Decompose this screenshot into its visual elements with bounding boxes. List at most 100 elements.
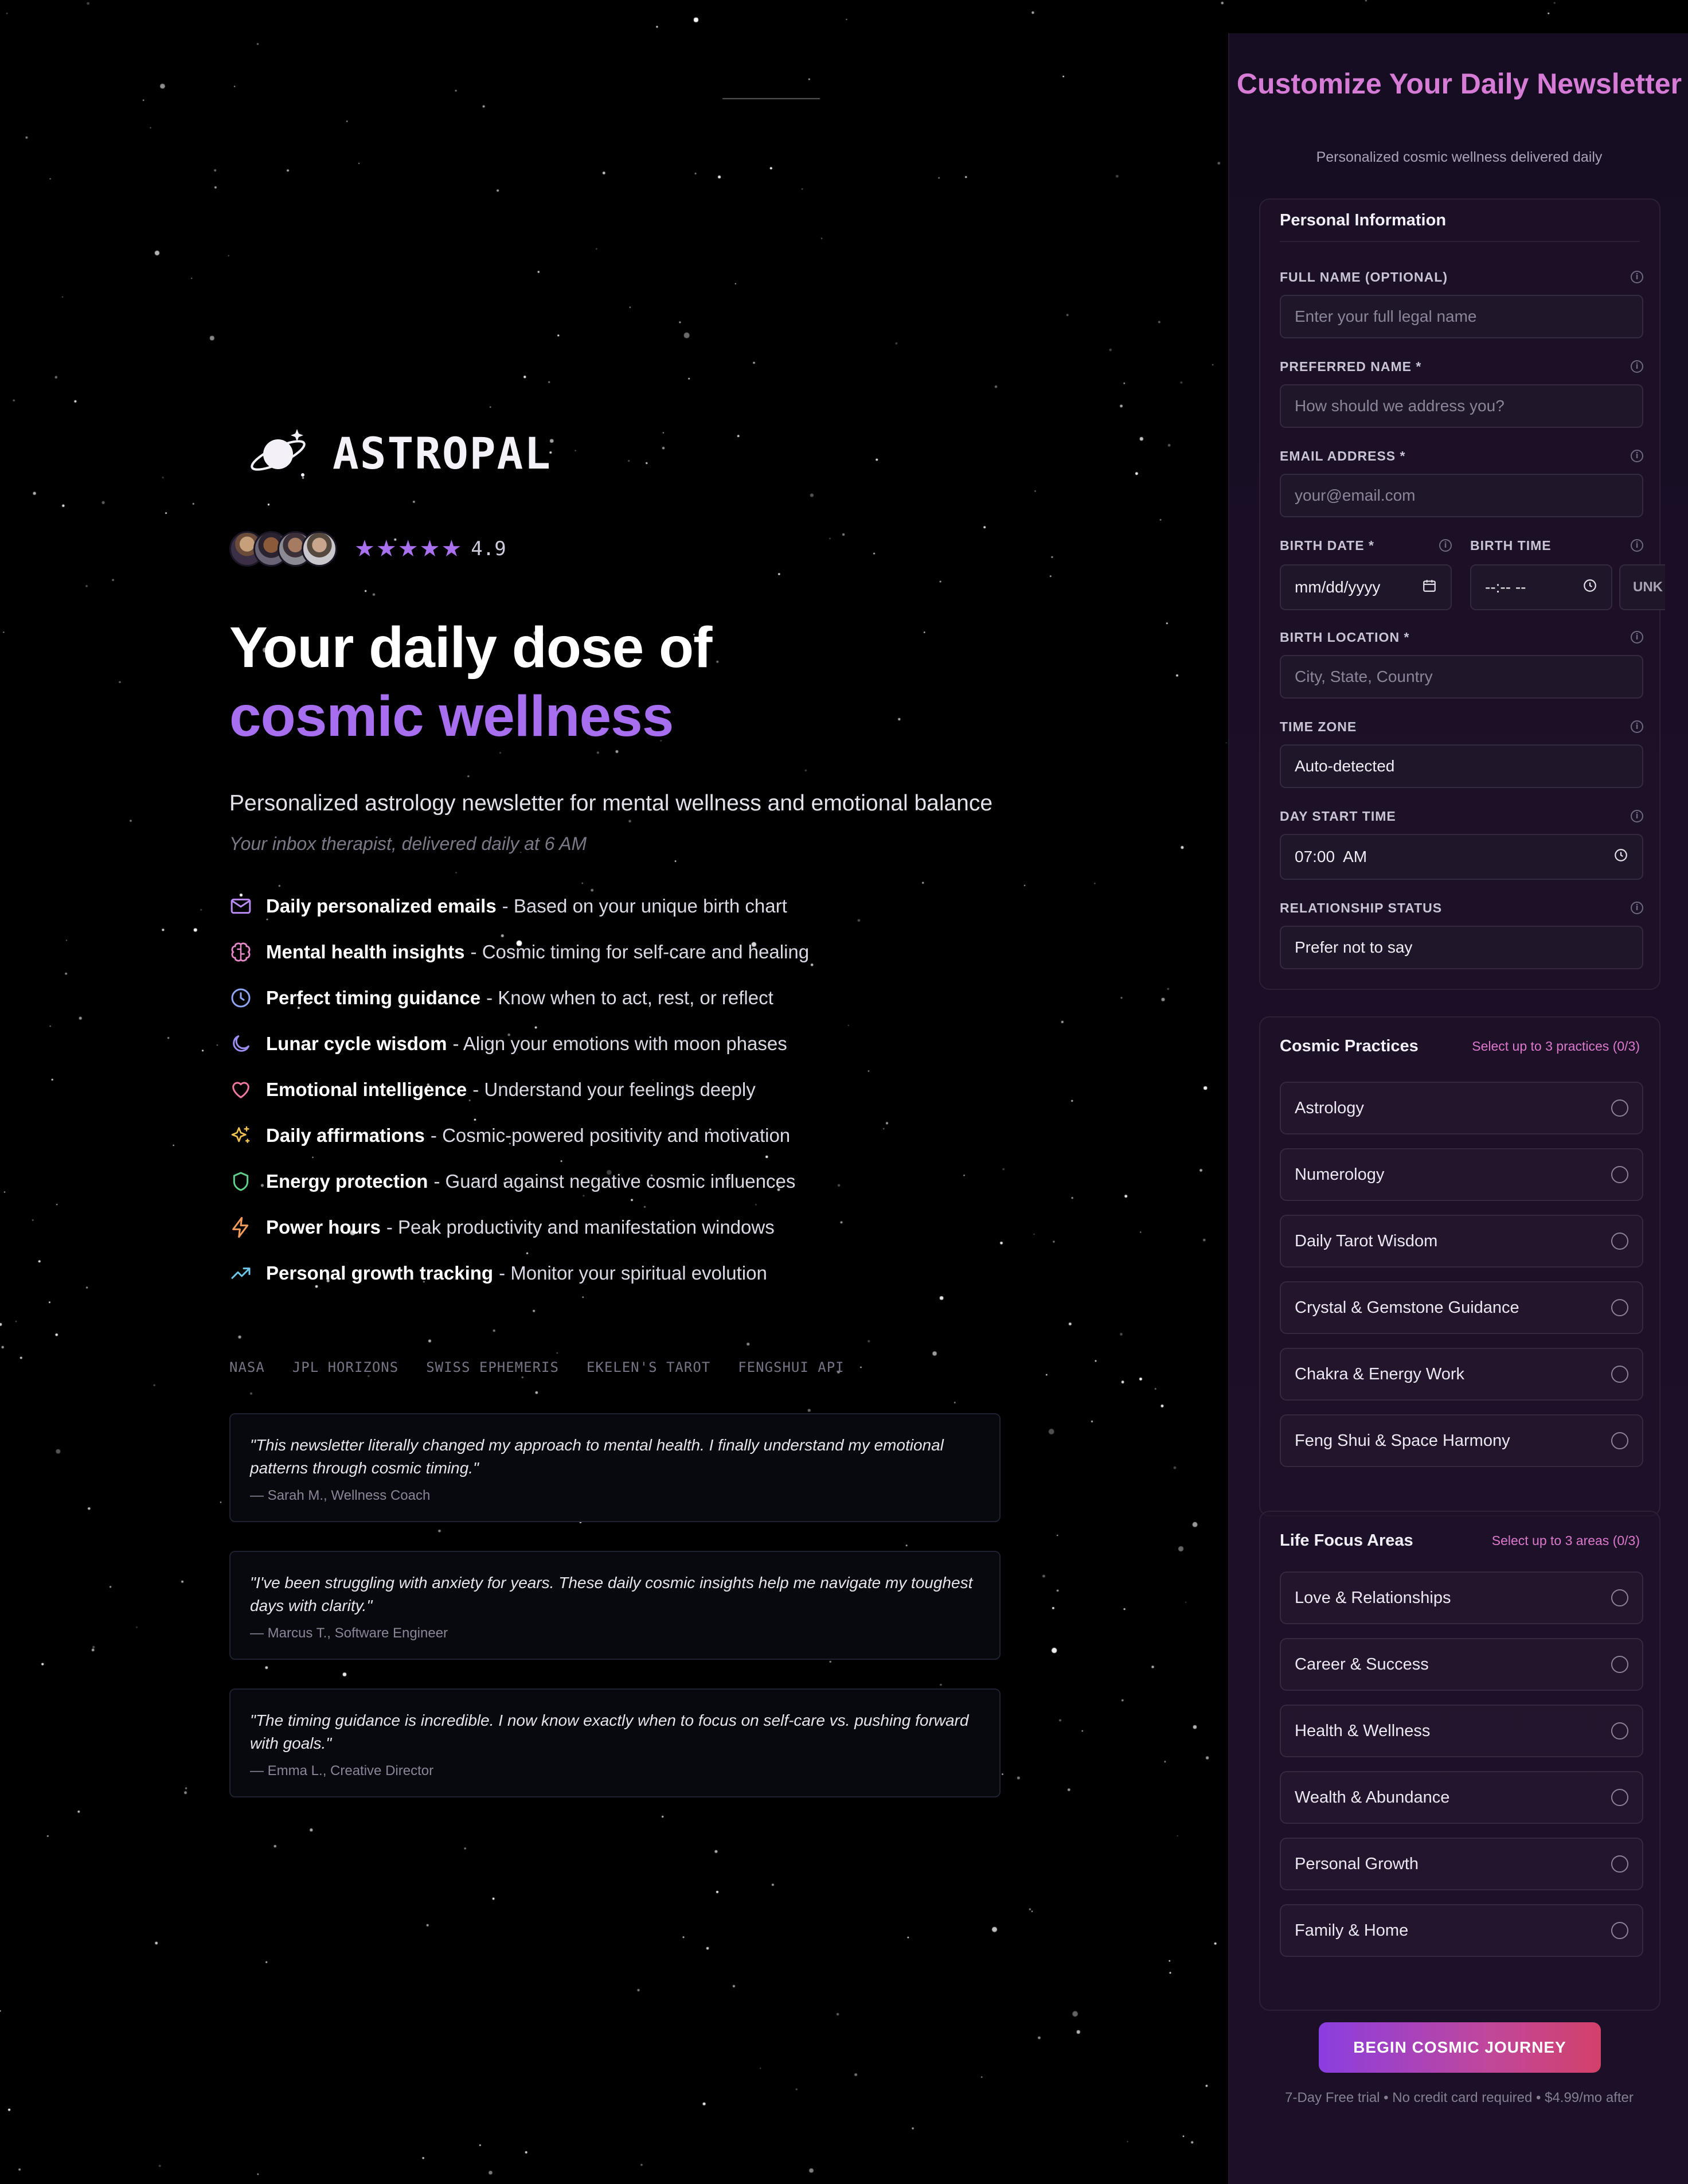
time-zone-value: Auto-detected: [1295, 757, 1395, 775]
full-name-input[interactable]: Enter your full legal name: [1280, 295, 1643, 338]
info-icon[interactable]: i: [1439, 539, 1452, 552]
birth-date-input[interactable]: mm/dd/yyyy: [1280, 564, 1452, 610]
practice-option[interactable]: Chakra & Energy Work: [1280, 1348, 1643, 1401]
radio-button[interactable]: [1611, 1656, 1628, 1673]
birth-location-label: BIRTH LOCATION *: [1280, 630, 1410, 645]
info-icon[interactable]: i: [1631, 539, 1643, 552]
unknown-time-toggle[interactable]: UNK: [1619, 564, 1665, 610]
radio-button[interactable]: [1611, 1589, 1628, 1606]
rating-row: ★★★★★ 4.9: [229, 531, 1001, 567]
testimonial-author: — Emma L., Creative Director: [250, 1763, 434, 1779]
radio-button[interactable]: [1611, 1432, 1628, 1449]
time-zone-label: TIME ZONE: [1280, 719, 1357, 734]
calendar-icon[interactable]: [1422, 578, 1437, 597]
birth-time-value: --:-- --: [1485, 578, 1526, 596]
source-label: FENGSHUI API: [738, 1359, 845, 1375]
birth-date-label: BIRTH DATE *: [1280, 538, 1374, 553]
info-icon[interactable]: i: [1631, 810, 1643, 822]
source-label: SWISS EPHEMERIS: [426, 1359, 559, 1375]
feature-description: - Guard against negative cosmic influenc…: [433, 1171, 796, 1192]
email-placeholder: your@email.com: [1295, 486, 1416, 504]
day-start-label: DAY START TIME: [1280, 809, 1396, 824]
relationship-value: Prefer not to say: [1295, 938, 1413, 956]
feature-description: - Cosmic-powered positivity and motivati…: [430, 1125, 791, 1146]
option-label: Daily Tarot Wisdom: [1295, 1231, 1438, 1250]
star-rating-icons: ★★★★★: [354, 536, 463, 561]
testimonial-card: "I've been struggling with anxiety for y…: [229, 1551, 1001, 1660]
testimonial-card: "The timing guidance is incredible. I no…: [229, 1688, 1001, 1797]
begin-journey-button[interactable]: BEGIN COSMIC JOURNEY: [1319, 2022, 1601, 2073]
testimonial-author: — Marcus T., Software Engineer: [250, 1625, 448, 1641]
info-icon[interactable]: i: [1631, 450, 1643, 462]
data-sources: NASA JPL HORIZONS SWISS EPHEMERIS EKELEN…: [229, 1359, 1001, 1375]
feature-item: Power hours - Peak productivity and manif…: [229, 1204, 1001, 1250]
radio-button[interactable]: [1611, 1855, 1628, 1873]
feature-title: Daily affirmations: [266, 1125, 425, 1146]
info-icon[interactable]: i: [1631, 720, 1643, 733]
feature-description: - Align your emotions with moon phases: [452, 1033, 787, 1054]
info-icon[interactable]: i: [1631, 902, 1643, 914]
feature-title: Daily personalized emails: [266, 895, 497, 916]
full-name-placeholder: Enter your full legal name: [1295, 307, 1477, 325]
info-icon[interactable]: i: [1631, 271, 1643, 283]
option-label: Numerology: [1295, 1165, 1385, 1184]
birth-location-input[interactable]: City, State, Country: [1280, 655, 1643, 699]
hero-subtitle: Personalized astrology newsletter for me…: [229, 791, 993, 816]
practice-option[interactable]: Crystal & Gemstone Guidance: [1280, 1281, 1643, 1334]
focus-option[interactable]: Wealth & Abundance: [1280, 1771, 1643, 1824]
clock-icon: [231, 988, 251, 1008]
preferred-name-input[interactable]: How should we address you?: [1280, 384, 1643, 428]
radio-button[interactable]: [1611, 1233, 1628, 1250]
email-input[interactable]: your@email.com: [1280, 474, 1643, 517]
option-label: Chakra & Energy Work: [1295, 1364, 1465, 1383]
trending-up-icon: [231, 1268, 251, 1279]
planet-logo-icon: [251, 429, 306, 477]
feature-list: Daily personalized emails - Based on your…: [229, 883, 1001, 1296]
focus-option[interactable]: Love & Relationships: [1280, 1571, 1643, 1624]
focus-option[interactable]: Family & Home: [1280, 1904, 1643, 1957]
trial-fine-print: 7-Day Free trial • No credit card requir…: [1285, 2090, 1634, 2105]
feature-item: Daily personalized emails - Based on your…: [229, 883, 1001, 929]
selection-counter: Select up to 3 practices (0/3): [1472, 1038, 1640, 1054]
time-zone-select[interactable]: Auto-detected: [1280, 744, 1643, 788]
option-label: Career & Success: [1295, 1655, 1429, 1674]
testimonial-quote: "The timing guidance is incredible. I no…: [250, 1711, 969, 1752]
option-label: Astrology: [1295, 1098, 1364, 1117]
avatar: [302, 531, 337, 567]
feature-description: - Based on your unique birth chart: [502, 895, 787, 916]
focus-option[interactable]: Health & Wellness: [1280, 1705, 1643, 1757]
focus-option[interactable]: Career & Success: [1280, 1638, 1643, 1691]
radio-button[interactable]: [1611, 1366, 1628, 1383]
life-focus-card: Life Focus Areas Select up to 3 areas (0…: [1259, 1511, 1660, 2011]
radio-button[interactable]: [1611, 1789, 1628, 1806]
feature-title: Perfect timing guidance: [266, 987, 481, 1008]
practice-option[interactable]: Numerology: [1280, 1148, 1643, 1201]
clock-icon[interactable]: [1583, 578, 1597, 597]
heart-icon: [232, 1082, 249, 1098]
practice-option[interactable]: Astrology: [1280, 1082, 1643, 1134]
info-icon[interactable]: i: [1631, 631, 1643, 644]
option-label: Family & Home: [1295, 1921, 1409, 1940]
info-icon[interactable]: i: [1631, 360, 1643, 373]
headline-line-1: Your daily dose of: [229, 615, 712, 680]
birth-location-placeholder: City, State, Country: [1295, 668, 1433, 685]
radio-button[interactable]: [1611, 1099, 1628, 1117]
option-label: Personal Growth: [1295, 1854, 1419, 1873]
practice-option[interactable]: Feng Shui & Space Harmony: [1280, 1414, 1643, 1467]
practice-option[interactable]: Daily Tarot Wisdom: [1280, 1215, 1643, 1268]
clock-icon[interactable]: [1613, 848, 1628, 867]
testimonial-quote: "I've been struggling with anxiety for y…: [250, 1574, 973, 1614]
birth-time-input[interactable]: --:-- --: [1470, 564, 1612, 610]
headline-line-2: cosmic wellness: [229, 684, 674, 748]
feature-item: Perfect timing guidance - Know when to ac…: [229, 975, 1001, 1021]
source-label: JPL HORIZONS: [292, 1359, 399, 1375]
radio-button[interactable]: [1611, 1722, 1628, 1740]
card-header: Personal Information: [1260, 200, 1659, 241]
day-start-input[interactable]: 07:00 AM: [1280, 834, 1643, 880]
radio-button[interactable]: [1611, 1166, 1628, 1183]
feature-title: Personal growth tracking: [266, 1262, 494, 1284]
radio-button[interactable]: [1611, 1299, 1628, 1316]
focus-option[interactable]: Personal Growth: [1280, 1838, 1643, 1890]
radio-button[interactable]: [1611, 1922, 1628, 1939]
relationship-select[interactable]: Prefer not to say: [1280, 926, 1643, 969]
